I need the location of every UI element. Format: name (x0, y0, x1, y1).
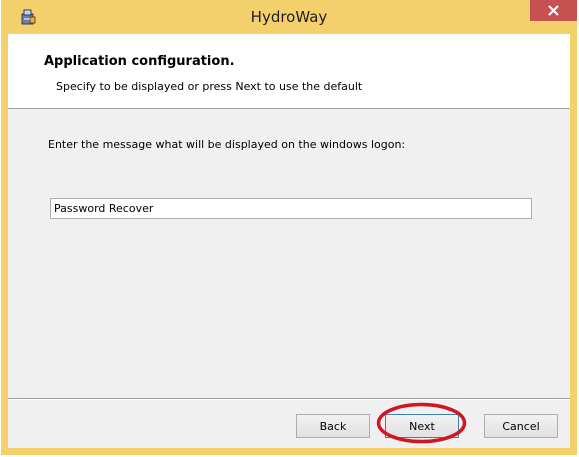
message-prompt-label: Enter the message what will be displayed… (48, 138, 406, 151)
window-title: HydroWay (250, 8, 328, 26)
next-button[interactable]: Next (385, 414, 459, 438)
footer-divider-highlight (8, 399, 570, 400)
page-title: Application configuration. (44, 54, 235, 69)
page-subtitle: Specify to be displayed or press Next to… (56, 80, 363, 93)
title-bar[interactable]: HydroWay (1, 0, 577, 34)
dialog-client-area: Application configuration. Specify to be… (8, 34, 570, 448)
installer-window: HydroWay Application configuration. Spec… (1, 0, 577, 455)
cancel-button[interactable]: Cancel (484, 414, 558, 438)
close-button[interactable] (530, 0, 577, 21)
header-banner: Application configuration. Specify to be… (8, 34, 570, 109)
close-icon (548, 5, 559, 16)
logon-message-input[interactable] (50, 198, 532, 219)
back-button[interactable]: Back (296, 414, 370, 438)
